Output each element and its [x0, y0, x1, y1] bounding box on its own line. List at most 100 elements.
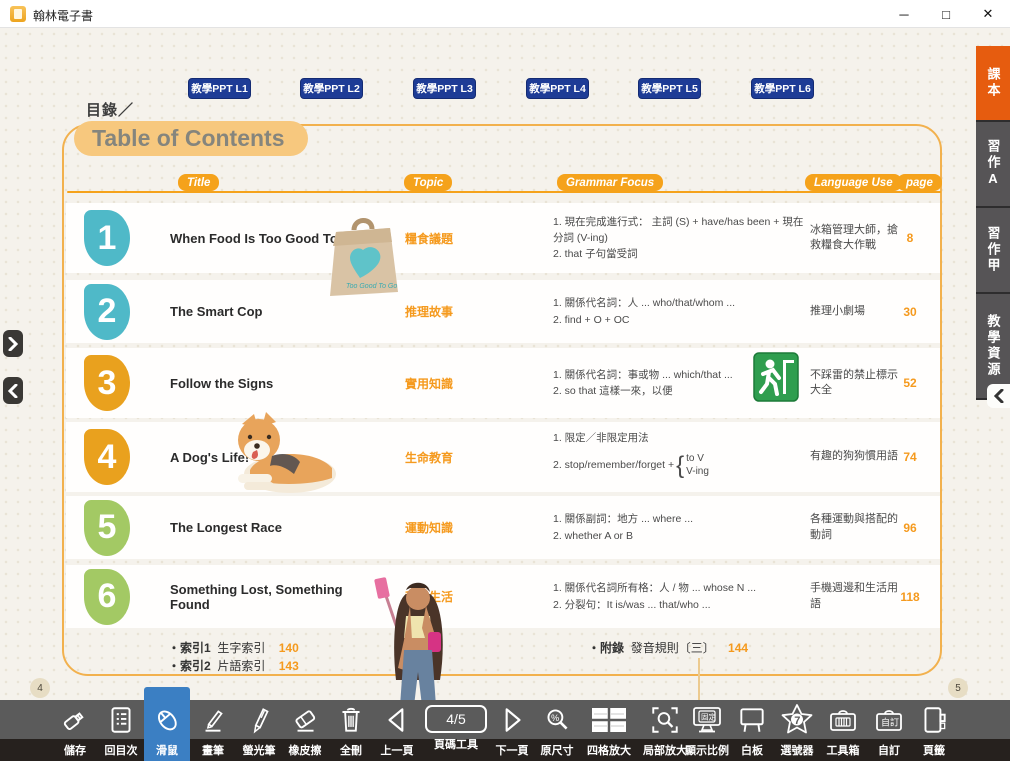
- brace-option-bottom: V-ing: [686, 465, 709, 478]
- tab-workbook-a[interactable]: 習作A: [976, 122, 1010, 208]
- column-header-title: Title: [178, 174, 219, 191]
- unit-number: 1: [98, 219, 117, 258]
- page-indicator-box[interactable]: 4/5: [425, 705, 487, 733]
- unit-number-badge: 1: [84, 210, 130, 266]
- app-title: 翰林電子書: [33, 7, 93, 24]
- tool-four-pane-zoom[interactable]: 四格放大: [586, 700, 632, 761]
- tool-label: 儲存: [64, 739, 86, 761]
- tool-toolbox[interactable]: 工具箱: [820, 700, 866, 761]
- unit-topic: 實用知識: [405, 348, 500, 418]
- index-line-2: ・索引2 片語索引 143: [168, 657, 299, 674]
- collapse-tabs-button[interactable]: [987, 384, 1010, 408]
- tool-partial-zoom[interactable]: 局部放大: [642, 700, 688, 761]
- tool-whiteboard[interactable]: 白板: [729, 700, 775, 761]
- tool-mouse[interactable]: 滑鼠: [144, 687, 190, 761]
- header-rule: [67, 191, 941, 193]
- mouse-icon: [151, 700, 183, 739]
- grammar-line: 1. 關係代名詞所有格：人 / 物 ... whose N ...: [553, 580, 805, 596]
- tool-label: 頁籤: [923, 739, 945, 761]
- tool-label: 顯示比例: [685, 739, 729, 761]
- grid-4-icon: [589, 700, 629, 739]
- tool-label: 局部放大: [643, 739, 687, 761]
- trash-icon: [335, 700, 367, 739]
- tool-back-to-toc[interactable]: 回目次: [98, 700, 144, 761]
- toc-row-unit2[interactable]: 2 The Smart Cop 推理故事 1. 關係代名詞：人 ... who/…: [66, 280, 940, 343]
- toc-row-unit6[interactable]: 6 Something Lost, Something Found 科技生活 1…: [66, 565, 940, 628]
- close-button[interactable]: ✕: [968, 0, 1008, 28]
- ppt-button-l1[interactable]: 教學PPT L1: [188, 78, 251, 99]
- column-header-page: page: [897, 174, 942, 191]
- unit-page-number: 96: [895, 496, 925, 559]
- tab-textbook[interactable]: 課本: [976, 46, 1010, 122]
- index-line-1: ・索引1 生字索引 140: [168, 639, 299, 656]
- tool-number-picker[interactable]: 7 選號器: [774, 700, 820, 761]
- maximize-button[interactable]: □: [926, 0, 966, 28]
- custom-badge: 自訂: [881, 716, 899, 727]
- tool-display-ratio[interactable]: 固定 顯示比例: [684, 700, 730, 761]
- star-number-badge: 7: [794, 714, 800, 726]
- tool-pen[interactable]: 畫筆: [190, 700, 236, 761]
- ppt-button-l6[interactable]: 教學PPT L6: [751, 78, 814, 99]
- toc-document-icon: [105, 700, 137, 739]
- page-title: Table of Contents: [74, 121, 308, 156]
- unit-topic: 推理故事: [405, 280, 500, 343]
- tool-label: 工具箱: [827, 739, 860, 761]
- unit-number-badge: 6: [84, 569, 130, 625]
- grammar-line-brace: 2. stop/remember/forget + { to V V-ing: [553, 447, 805, 484]
- tool-label: 滑鼠: [156, 739, 178, 761]
- ppt-button-l5[interactable]: 教學PPT L5: [638, 78, 701, 99]
- minimize-button[interactable]: ─: [884, 0, 924, 28]
- tool-label: 自訂: [878, 739, 900, 761]
- shiba-dog-image: [220, 412, 338, 494]
- paper-bag-image: Too Good To Go: [316, 212, 408, 300]
- appendix-label: ・附錄: [588, 641, 624, 655]
- unit-language-use: 冰箱管理大師，搶救糧食大作戰: [810, 203, 902, 273]
- brace-option-top: to V: [686, 452, 709, 465]
- grammar-line: 2. stop/remember/forget +: [553, 457, 674, 473]
- column-header-language: Language Use: [805, 174, 902, 191]
- tool-highlighter[interactable]: 螢光筆: [236, 700, 282, 761]
- appendix-name: 發音規則〔三〕: [631, 641, 715, 655]
- tool-page-tab[interactable]: 頁籤: [911, 700, 957, 761]
- tool-eraser[interactable]: 橡皮擦: [282, 700, 328, 761]
- toc-row-unit5[interactable]: 5 The Longest Race 運動知識 1. 關係副詞：地方 ... w…: [66, 496, 940, 559]
- unit-number: 2: [98, 292, 117, 331]
- unit-language-use: 手機週邊和生活用語: [810, 565, 902, 628]
- tool-custom[interactable]: 自訂 自訂: [866, 700, 912, 761]
- tool-delete-all[interactable]: 全刪: [328, 700, 374, 761]
- tool-next-page[interactable]: 下一頁: [489, 700, 535, 761]
- ebook-app-window: 翰林電子書 ─ □ ✕ 教學PPT L1 教學PPT L2 教學PPT L3 教…: [0, 0, 1010, 761]
- grammar-line: 1. 限定／非限定用法: [553, 430, 805, 446]
- bottom-toolbar: 儲存 回目次 滑鼠 畫筆 螢光筆: [0, 700, 1010, 761]
- toc-row-unit4[interactable]: 4 A Dog's Life! 生命教育 1. 限定／非限定用法 2. stop…: [66, 422, 940, 492]
- unit-grammar: 1. 關係副詞：地方 ... where ... 2. whether A or…: [553, 496, 805, 559]
- appendix-page-number: 144: [728, 641, 748, 655]
- tool-page-number[interactable]: 4/5 頁碼工具: [424, 700, 488, 761]
- toc-row-unit3[interactable]: 3 Follow the Signs 實用知識 1. 關係代名詞：事或物 ...…: [66, 348, 940, 418]
- grammar-line: 2. that 子句當受詞: [553, 246, 805, 262]
- tool-label: 白板: [741, 739, 763, 761]
- brace-options: to V V-ing: [686, 452, 709, 478]
- tool-save[interactable]: 儲存: [52, 700, 98, 761]
- panel-back-button[interactable]: [3, 377, 23, 404]
- zoom-percent-icon: %: [541, 700, 573, 739]
- unit-number-badge: 3: [84, 355, 130, 411]
- whiteboard-icon: [736, 700, 768, 739]
- index-name: 生字索引: [217, 641, 265, 655]
- unit-number: 6: [98, 577, 117, 616]
- panel-open-button[interactable]: [3, 330, 23, 357]
- grammar-line: 2. whether A or B: [553, 528, 805, 544]
- eraser-icon: [289, 700, 321, 739]
- toc-row-unit1[interactable]: 1 When Food Is Too Good To Go 糧食議題 1. 現在…: [66, 203, 940, 273]
- chevron-right-icon: [8, 337, 18, 351]
- tool-original-size[interactable]: % 原尺寸: [534, 700, 580, 761]
- tool-previous-page[interactable]: 上一頁: [374, 700, 420, 761]
- tab-workbook-jia[interactable]: 習作甲: [976, 208, 1010, 294]
- index-label: ・索引1: [168, 641, 211, 655]
- ppt-button-l4[interactable]: 教學PPT L4: [526, 78, 589, 99]
- ppt-button-l2[interactable]: 教學PPT L2: [300, 78, 363, 99]
- ppt-button-l3[interactable]: 教學PPT L3: [413, 78, 476, 99]
- display-ratio-icon: 固定: [690, 700, 724, 739]
- index-page-number: 143: [279, 659, 299, 673]
- unit-language-use: 各種運動與搭配的動詞: [810, 496, 902, 559]
